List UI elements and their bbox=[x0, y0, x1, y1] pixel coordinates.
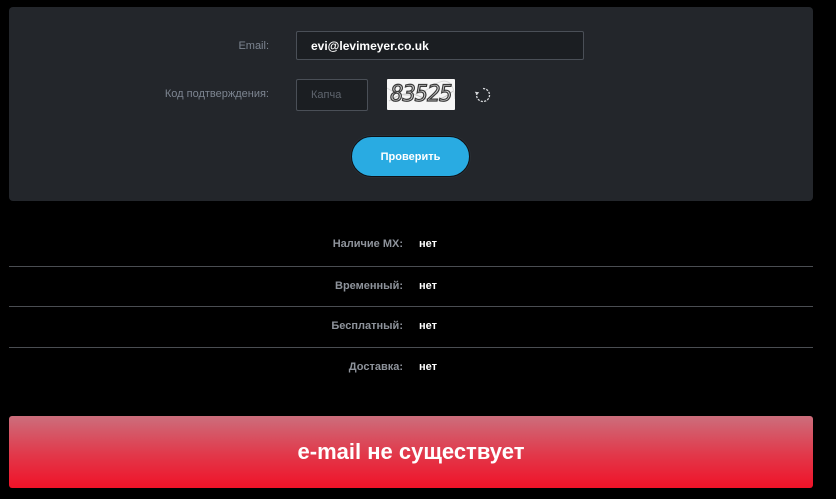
captcha-text: 83525 bbox=[390, 81, 453, 107]
result-row-delivery: Доставка: нет bbox=[9, 347, 813, 387]
result-value: нет bbox=[419, 238, 438, 250]
status-text: e-mail не существует bbox=[297, 439, 525, 464]
result-row-mx: Наличие MX: нет bbox=[9, 224, 813, 264]
result-label: Временный: bbox=[335, 280, 403, 292]
status-banner: e-mail не существует bbox=[9, 416, 813, 488]
result-row-free: Бесплатный: нет bbox=[9, 306, 813, 346]
email-input[interactable] bbox=[296, 31, 584, 60]
result-value: нет bbox=[419, 361, 438, 373]
refresh-icon[interactable] bbox=[474, 86, 492, 104]
captcha-image: 83525 bbox=[387, 79, 455, 110]
verification-form-panel: Email: Код подтверждения: 83525 Проверит… bbox=[9, 7, 813, 201]
result-value: нет bbox=[419, 320, 438, 332]
result-value: нет bbox=[419, 280, 438, 292]
result-label: Доставка: bbox=[348, 361, 403, 373]
check-button[interactable]: Проверить bbox=[351, 136, 470, 177]
verification-code-label: Код подтверждения: bbox=[164, 88, 269, 100]
result-row-temporary: Временный: нет bbox=[9, 266, 813, 306]
result-label: Наличие MX: bbox=[332, 238, 403, 250]
email-label: Email: bbox=[238, 40, 269, 52]
result-label: Бесплатный: bbox=[331, 320, 403, 332]
captcha-input[interactable] bbox=[296, 79, 368, 111]
